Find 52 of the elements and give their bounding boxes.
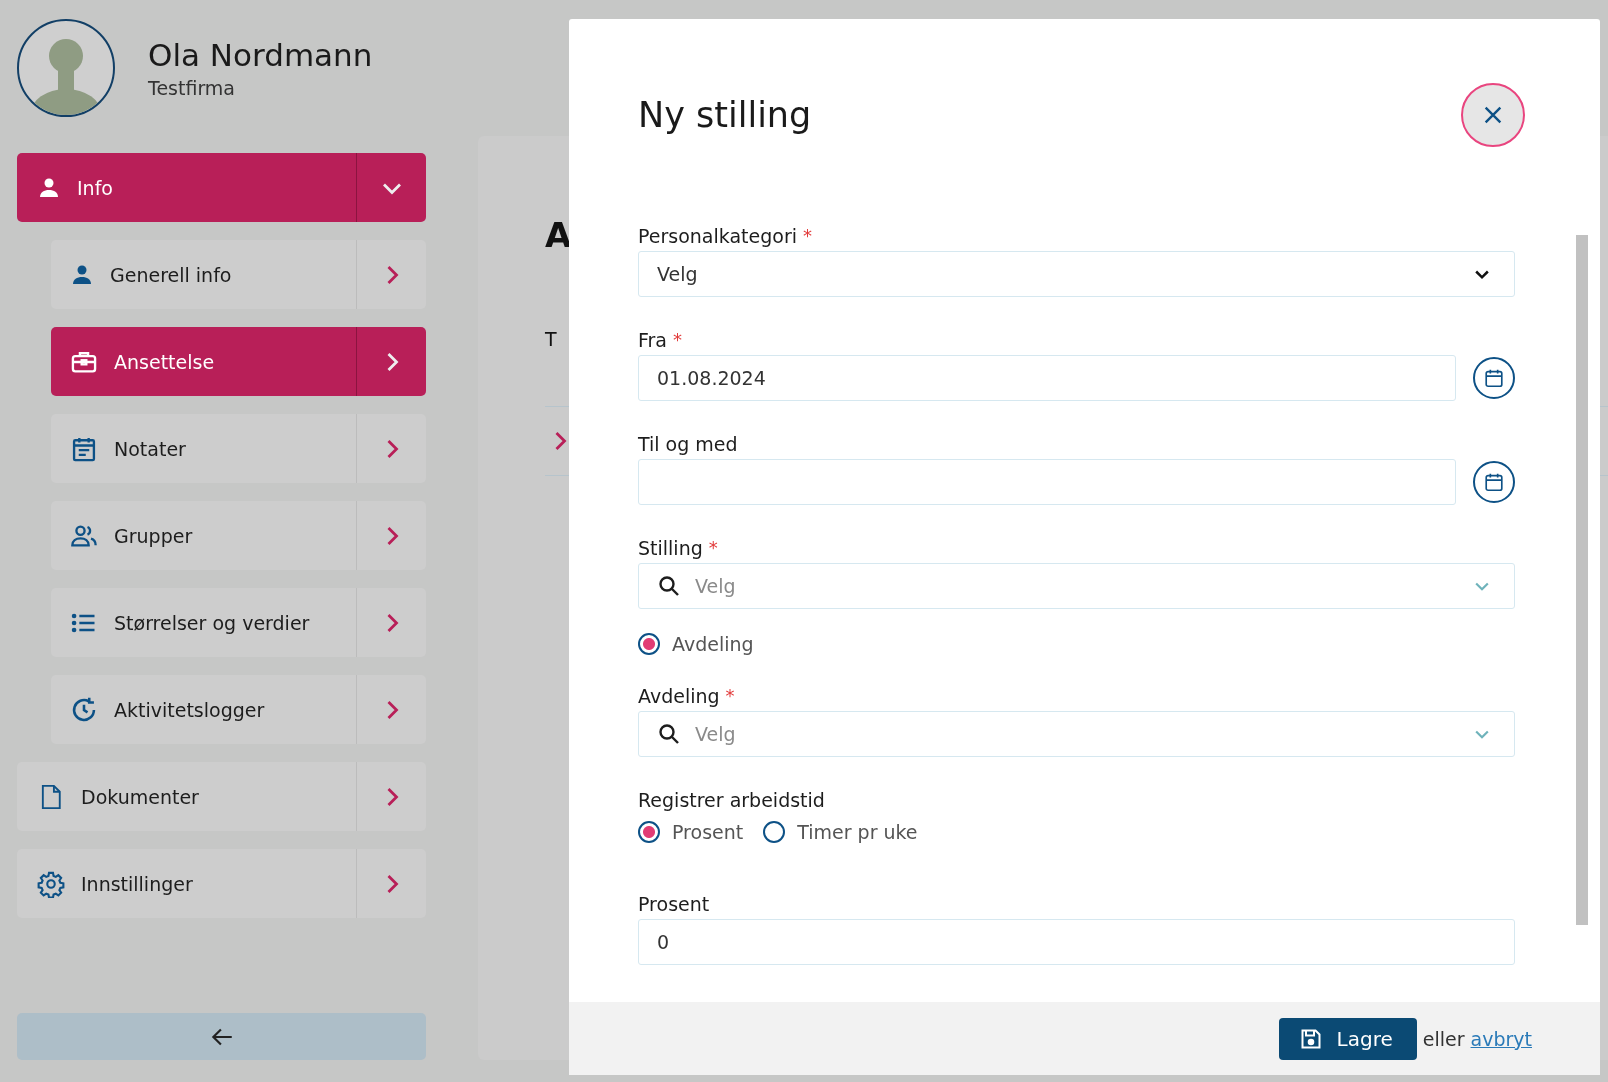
calendar-button[interactable] — [1473, 461, 1515, 503]
close-icon — [1482, 104, 1504, 126]
date-field[interactable]: 01.08.2024 — [638, 355, 1456, 401]
nav-item[interactable]: Innstillinger — [17, 849, 426, 918]
nav-item[interactable]: Info — [17, 153, 426, 222]
search-icon — [657, 722, 681, 746]
calendar-icon — [1483, 367, 1505, 389]
radio-button[interactable] — [638, 633, 660, 655]
radio-button[interactable] — [763, 821, 786, 843]
radio-button[interactable] — [638, 821, 660, 843]
close-button[interactable] — [1461, 83, 1525, 147]
save-button[interactable]: Lagre — [1278, 1017, 1417, 1060]
nav-item[interactable]: Grupper — [51, 501, 426, 570]
radio-label[interactable]: Prosent — [672, 821, 744, 843]
scrollbar-thumb[interactable] — [1576, 235, 1588, 925]
field-label: Prosent — [638, 892, 710, 917]
required-asterisk: * — [725, 684, 735, 708]
company-name: Testfirma — [148, 77, 236, 99]
radio-label[interactable]: Avdeling — [672, 633, 754, 655]
date-field[interactable] — [638, 459, 1456, 505]
calendar-icon — [1483, 471, 1505, 493]
dropdown[interactable]: Velg — [638, 251, 1515, 297]
search-icon — [657, 574, 681, 598]
radio-label[interactable]: Timer pr uke — [797, 821, 918, 843]
nav-item[interactable]: Størrelser og verdier — [51, 588, 426, 657]
nav-item[interactable]: Aktivitetslogger — [51, 675, 426, 744]
cancel-link[interactable]: avbryt — [1470, 1027, 1532, 1050]
page-text: T — [545, 328, 557, 350]
field-label: Stilling — [638, 536, 703, 561]
chevron-right-icon[interactable] — [553, 431, 567, 451]
user-name: Ola Nordmann — [148, 37, 373, 73]
history-icon — [70, 695, 98, 724]
page-heading: A — [545, 218, 572, 252]
search-dropdown[interactable]: Velg — [638, 563, 1515, 609]
nav-item[interactable]: Dokumenter — [17, 762, 426, 831]
gear-icon — [37, 869, 65, 898]
field-label: Registrer arbeidstid — [638, 788, 825, 813]
field-label: Avdeling — [638, 684, 720, 709]
dialog-title: Ny stilling — [638, 95, 812, 135]
nav-item[interactable]: Notater — [51, 414, 426, 483]
field-label: Fra — [638, 328, 667, 353]
search-dropdown[interactable]: Velg — [638, 711, 1515, 757]
field-label: Personalkategori — [638, 224, 797, 249]
field-label: Til og med — [638, 432, 738, 457]
nav-item[interactable]: Generell info — [51, 240, 426, 309]
nav-item[interactable]: Ansettelse — [51, 327, 426, 396]
calendar-button[interactable] — [1473, 357, 1515, 399]
required-asterisk: * — [673, 328, 682, 352]
separator-text: eller — [1422, 1027, 1465, 1050]
input-field[interactable]: 0 — [638, 919, 1515, 965]
required-asterisk: * — [708, 536, 718, 560]
required-asterisk: * — [803, 224, 812, 248]
